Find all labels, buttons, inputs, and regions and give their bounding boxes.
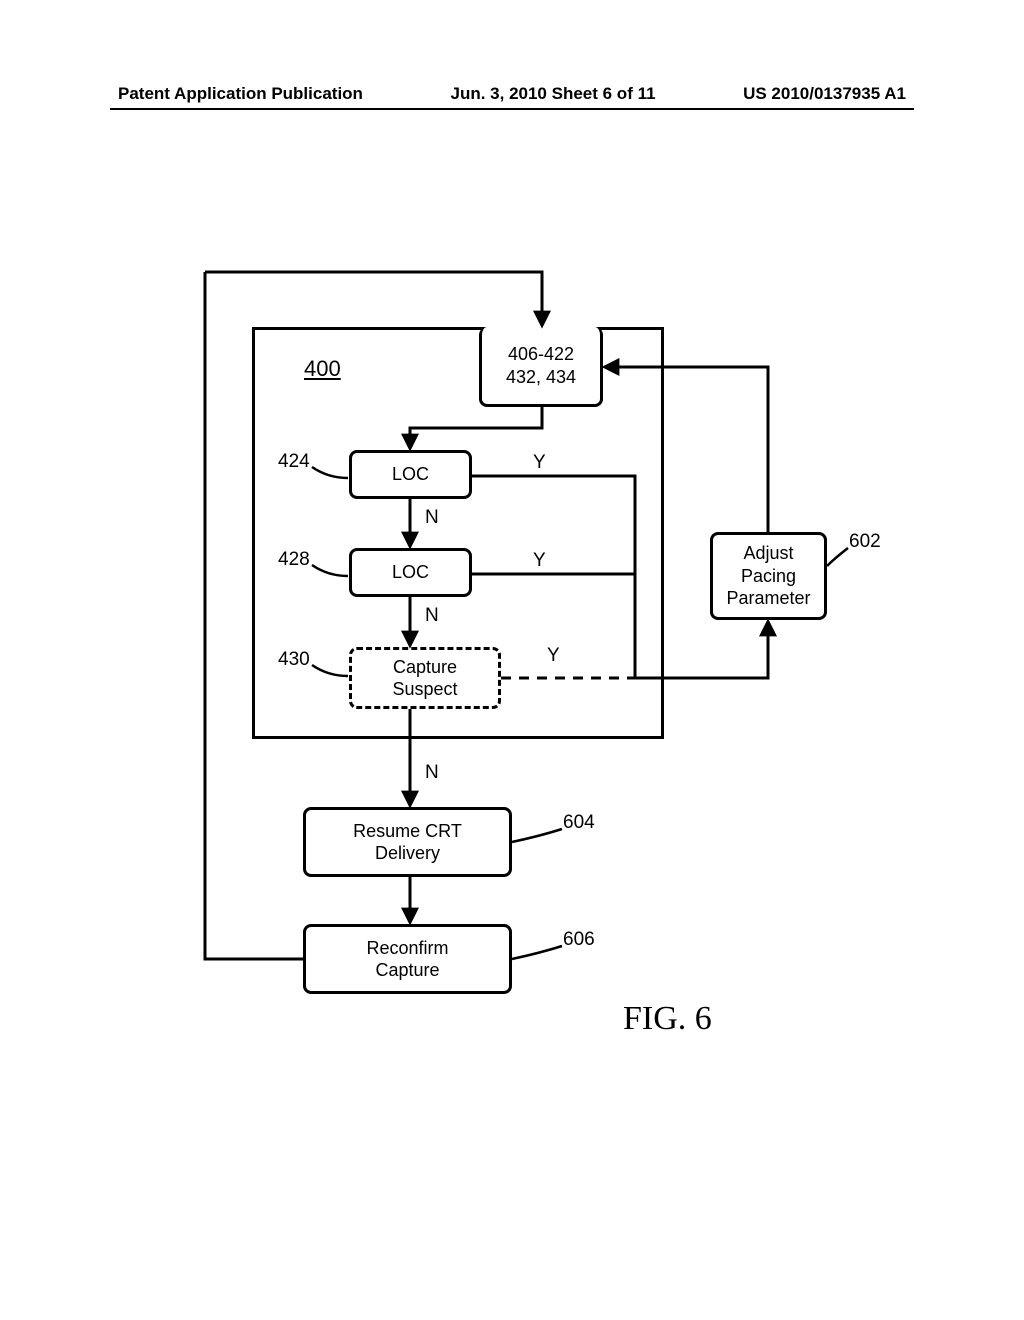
flow-arrows xyxy=(0,0,1024,1320)
